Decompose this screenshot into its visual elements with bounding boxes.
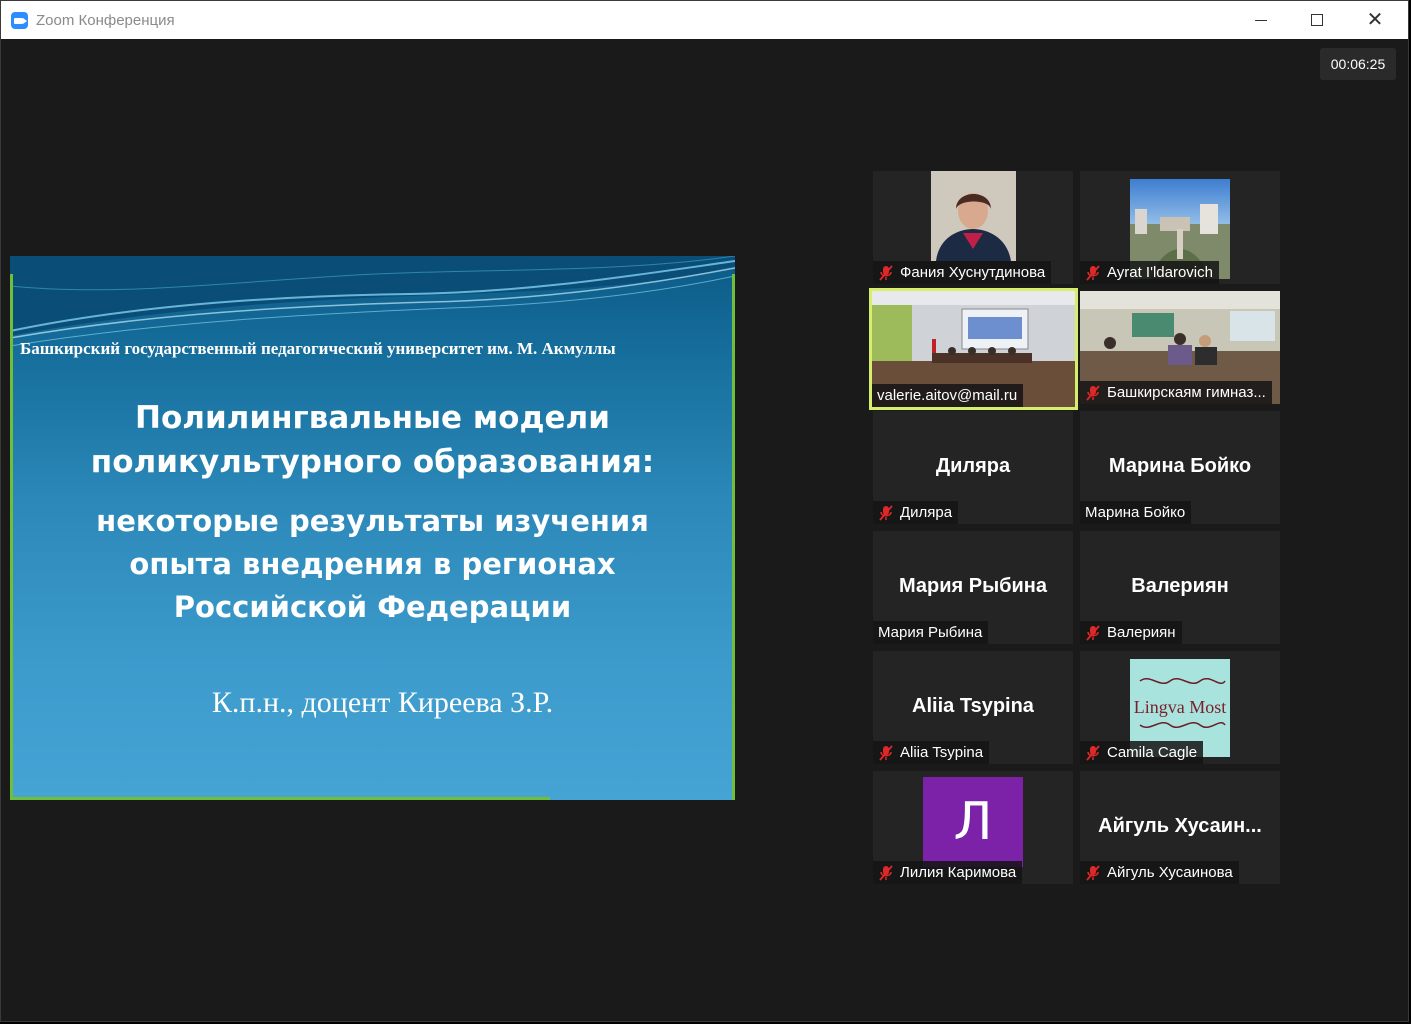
muted-mic-icon — [879, 264, 893, 281]
participant-name: Мария Рыбина — [878, 624, 983, 641]
logo-text: Lingva Most — [1133, 697, 1227, 717]
maximize-icon — [1311, 14, 1323, 26]
participant-name-label: Camila Cagle — [1080, 741, 1204, 764]
muted-mic-icon — [879, 504, 893, 521]
participant-tile[interactable]: Марина Бойко Марина Бойко — [1080, 411, 1280, 524]
participant-name-label: Марина Бойко — [1080, 501, 1192, 524]
participant-name: Ayrat I'ldarovich — [1107, 264, 1213, 281]
participant-name: valerie.aitov@mail.ru — [877, 387, 1018, 404]
muted-mic-icon — [1086, 744, 1100, 761]
participant-name-label: Айгуль Хусаинова — [1080, 861, 1239, 884]
zoom-window: Zoom Конференция ✕ 00:06:25 Башкирский г… — [0, 0, 1409, 1022]
participant-name: Диляра — [900, 504, 953, 521]
participant-tile[interactable]: Мария Рыбина Мария Рыбина — [873, 531, 1073, 644]
slide-title-line: поликультурного образования: — [90, 444, 655, 480]
participant-tile[interactable]: Фания Хуснутдинова — [873, 171, 1073, 284]
participant-name-label: Мария Рыбина — [873, 621, 989, 644]
zoom-camera-icon — [11, 12, 28, 29]
participant-name: Валериян — [1107, 624, 1176, 641]
shared-screen-slide: Башкирский государственный педагогически… — [10, 256, 735, 800]
participant-name-label: Башкирскаям гимназ... — [1080, 381, 1272, 404]
participant-name: Марина Бойко — [1085, 504, 1186, 521]
window-title: Zoom Конференция — [36, 12, 175, 29]
participant-tile[interactable]: Диляра Диляра — [873, 411, 1073, 524]
minimize-button[interactable] — [1233, 1, 1289, 39]
muted-mic-icon — [879, 864, 893, 881]
participant-tile[interactable]: Aliia Tsypina Aliia Tsypina — [873, 651, 1073, 764]
participant-name-label: Лилия Каримова — [873, 861, 1023, 884]
participant-tile[interactable]: Айгуль Хусаин... Айгуль Хусаинова — [1080, 771, 1280, 884]
participant-tile[interactable]: Л Лилия Каримова — [873, 771, 1073, 884]
muted-mic-icon — [879, 744, 893, 761]
participant-name: Фания Хуснутдинова — [900, 264, 1046, 281]
participant-video — [931, 171, 1016, 261]
participant-display-name: Валериян — [1131, 575, 1229, 597]
slide-subtitle-line: Российской Федерации — [173, 590, 572, 624]
participant-tile[interactable]: Lingva Most Camila Cagle — [1080, 651, 1280, 764]
participant-name-label: Валериян — [1080, 621, 1182, 644]
participant-display-name: Aliia Tsypina — [912, 695, 1034, 717]
participant-name: Camila Cagle — [1107, 744, 1198, 761]
muted-mic-icon — [1086, 264, 1100, 281]
participant-display-name: Мария Рыбина — [898, 575, 1048, 597]
participant-tile[interactable]: Ayrat I'ldarovich — [1080, 171, 1280, 284]
participant-tile[interactable]: Башкирскаям гимназ... — [1080, 291, 1280, 404]
participant-name: Айгуль Хусаинова — [1107, 864, 1233, 881]
slide-subtitle-line: опыта внедрения в регионах — [129, 547, 616, 581]
muted-mic-icon — [1086, 864, 1100, 881]
slide-subtitle: некоторые результаты изучения опыта внед… — [10, 500, 735, 629]
slide-title-line: Полилингвальные модели — [135, 400, 610, 436]
minimize-icon — [1255, 19, 1267, 21]
participant-name: Башкирскаям гимназ... — [1107, 384, 1266, 401]
close-button[interactable]: ✕ — [1347, 1, 1403, 39]
participant-display-name: Айгуль Хусаин... — [1098, 815, 1262, 837]
participant-name-label: Aliia Tsypina — [873, 741, 990, 764]
participant-display-name: Марина Бойко — [1108, 455, 1252, 477]
slide-subtitle-line: некоторые результаты изучения — [96, 504, 649, 538]
maximize-button[interactable] — [1289, 1, 1345, 39]
slide-title: Полилингвальные модели поликультурного о… — [10, 396, 735, 484]
slide-author: К.п.н., доцент Киреева З.Р. — [211, 686, 554, 719]
title-bar: Zoom Конференция ✕ — [1, 1, 1408, 39]
participant-name: Лилия Каримова — [900, 864, 1017, 881]
avatar: Л — [923, 777, 1023, 867]
slide-university: Башкирский государственный педагогически… — [20, 339, 616, 358]
close-icon: ✕ — [1366, 9, 1384, 31]
meeting-timer: 00:06:25 — [1320, 48, 1396, 80]
participant-name-label: valerie.aitov@mail.ru — [872, 384, 1024, 407]
slide-border-bottom — [10, 797, 550, 800]
participant-tile-active-speaker[interactable]: valerie.aitov@mail.ru — [869, 288, 1078, 410]
participant-display-name: Диляра — [935, 455, 1011, 477]
muted-mic-icon — [1086, 384, 1100, 401]
participant-tile[interactable]: Валериян Валериян — [1080, 531, 1280, 644]
participant-name-label: Ayrat I'ldarovich — [1080, 261, 1219, 284]
woman-photo-icon — [931, 171, 1016, 261]
participant-name-label: Диляра — [873, 501, 959, 524]
muted-mic-icon — [1086, 624, 1100, 641]
participant-name-label: Фания Хуснутдинова — [873, 261, 1052, 284]
participant-name: Aliia Tsypina — [900, 744, 984, 761]
